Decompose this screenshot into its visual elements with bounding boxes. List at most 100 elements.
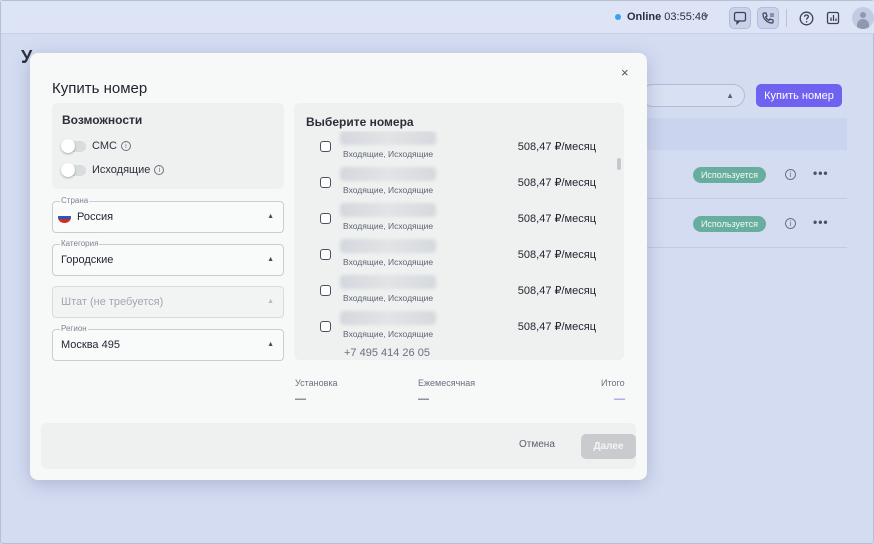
monthly-value: — [418, 393, 429, 405]
dialog-footer: Отмена Далее [41, 423, 636, 469]
redacted-number [340, 311, 436, 325]
online-status-icon [615, 14, 621, 20]
redacted-number [340, 167, 436, 181]
stats-icon [826, 11, 840, 25]
chevron-up-icon: ▲ [267, 256, 274, 263]
setup-value: — [295, 393, 306, 405]
category-legend: Категория [60, 239, 100, 248]
chat-icon [733, 11, 747, 25]
number-checkbox[interactable] [320, 213, 331, 224]
outgoing-toggle[interactable] [61, 162, 86, 177]
category-select[interactable]: Категория Городские ▲ [52, 239, 284, 276]
number-type: Входящие, Исходящие [343, 149, 434, 159]
outgoing-toggle-row: Исходящие i [61, 162, 165, 177]
number-price: 508,47 ₽/месяц [517, 213, 596, 225]
phone-icon [762, 12, 774, 24]
number-checkbox[interactable] [320, 249, 331, 260]
country-select[interactable]: Страна Россия ▲ [52, 196, 284, 233]
avatar-icon[interactable] [852, 7, 874, 29]
setup-label: Установка [295, 378, 338, 388]
number-type: Входящие, Исходящие [343, 185, 434, 195]
number-price: 508,47 ₽/месяц [517, 141, 596, 153]
sms-toggle-row: СМС i [61, 138, 131, 153]
sms-label: СМС [92, 140, 117, 152]
monthly-label: Ежемесячная [418, 378, 476, 388]
category-value: Городские [61, 254, 114, 266]
russia-flag-icon [58, 212, 71, 223]
chevron-up-icon: ▲ [267, 298, 274, 305]
top-bar: Online 03:55:46 ▼ [1, 1, 874, 34]
filter-select[interactable]: ▲ [641, 84, 745, 107]
info-icon[interactable]: i [154, 165, 165, 175]
chat-button[interactable] [729, 7, 751, 29]
buy-number-dialog: Купить номер × Возможности СМС i Исходящ… [30, 53, 647, 480]
phone-button[interactable] [757, 7, 779, 29]
status-badge: Используется [693, 167, 766, 183]
table-row: Используется i ••• [641, 153, 847, 199]
app-window: Online 03:55:46 ▼ У ▲ Купить номер Испол… [0, 0, 874, 544]
close-icon[interactable]: × [621, 65, 629, 80]
status-timer: 03:55:46 [664, 11, 708, 23]
country-value: Россия [77, 211, 114, 223]
outgoing-label: Исходящие [92, 164, 151, 176]
region-value: Москва 495 [61, 339, 120, 351]
numbers-caption: Выберите номера [306, 115, 414, 129]
list-item[interactable]: Входящие, Исходящие 508,47 ₽/месяц [294, 203, 624, 239]
numbers-panel: Выберите номера Входящие, Исходящие 508,… [294, 103, 624, 360]
chevron-up-icon: ▲ [726, 91, 734, 100]
list-item[interactable]: Входящие, Исходящие 508,47 ₽/месяц [294, 311, 624, 347]
country-legend: Страна [60, 196, 90, 205]
number-checkbox[interactable] [320, 141, 331, 152]
divider [786, 9, 787, 27]
number-price: 508,47 ₽/месяц [517, 249, 596, 261]
help-icon [799, 11, 813, 25]
redacted-number [340, 275, 436, 289]
total-label: Итого [601, 378, 625, 388]
number-checkbox[interactable] [320, 177, 331, 188]
region-legend: Регион [60, 324, 88, 333]
number-type: Входящие, Исходящие [343, 221, 434, 231]
number-checkbox[interactable] [320, 321, 331, 332]
chevron-up-icon: ▲ [267, 341, 274, 348]
help-button[interactable] [795, 7, 817, 29]
list-item[interactable]: Входящие, Исходящие 508,47 ₽/месяц [294, 275, 624, 311]
number-type: Входящие, Исходящие [343, 329, 434, 339]
info-icon[interactable]: i [120, 141, 131, 151]
info-icon[interactable]: i [785, 169, 796, 180]
total-value: — [614, 393, 625, 405]
cancel-button[interactable]: Отмена [519, 439, 555, 450]
list-item[interactable]: Входящие, Исходящие 508,47 ₽/месяц [294, 131, 624, 167]
list-item[interactable]: Входящие, Исходящие 508,47 ₽/месяц [294, 239, 624, 275]
table-row: Используется i ••• [641, 202, 847, 248]
redacted-number [340, 131, 436, 145]
chevron-up-icon: ▲ [267, 213, 274, 220]
redacted-number [340, 203, 436, 217]
sms-toggle[interactable] [61, 138, 86, 153]
number-checkbox[interactable] [320, 285, 331, 296]
capabilities-caption: Возможности [62, 113, 143, 127]
info-icon[interactable]: i [785, 218, 796, 229]
capabilities-panel: Возможности СМС i Исходящие i [52, 103, 284, 189]
status-badge: Используется [693, 216, 766, 232]
status-selector[interactable]: Online 03:55:46 [627, 11, 707, 23]
state-placeholder: Штат (не требуется) [61, 296, 164, 308]
list-item[interactable]: Входящие, Исходящие 508,47 ₽/месяц [294, 167, 624, 203]
stats-button[interactable] [822, 7, 844, 29]
number-price: 508,47 ₽/месяц [517, 177, 596, 189]
status-label: Online [627, 11, 662, 23]
number-price: 508,47 ₽/месяц [517, 285, 596, 297]
partial-number: +7 495 414 26 05 [344, 347, 430, 357]
redacted-number [340, 239, 436, 253]
next-button[interactable]: Далее [581, 434, 636, 459]
more-icon[interactable]: ••• [813, 215, 829, 229]
buy-number-button[interactable]: Купить номер [756, 84, 842, 107]
dialog-title: Купить номер [52, 80, 148, 97]
more-icon[interactable]: ••• [813, 166, 829, 180]
table-header [641, 118, 847, 150]
numbers-list: Входящие, Исходящие 508,47 ₽/месяц Входя… [294, 131, 624, 357]
region-select[interactable]: Регион Москва 495 ▲ [52, 324, 284, 361]
chevron-down-icon[interactable]: ▼ [702, 12, 710, 21]
number-type: Входящие, Исходящие [343, 293, 434, 303]
number-type: Входящие, Исходящие [343, 257, 434, 267]
state-select: Штат (не требуется) ▲ [52, 286, 284, 318]
